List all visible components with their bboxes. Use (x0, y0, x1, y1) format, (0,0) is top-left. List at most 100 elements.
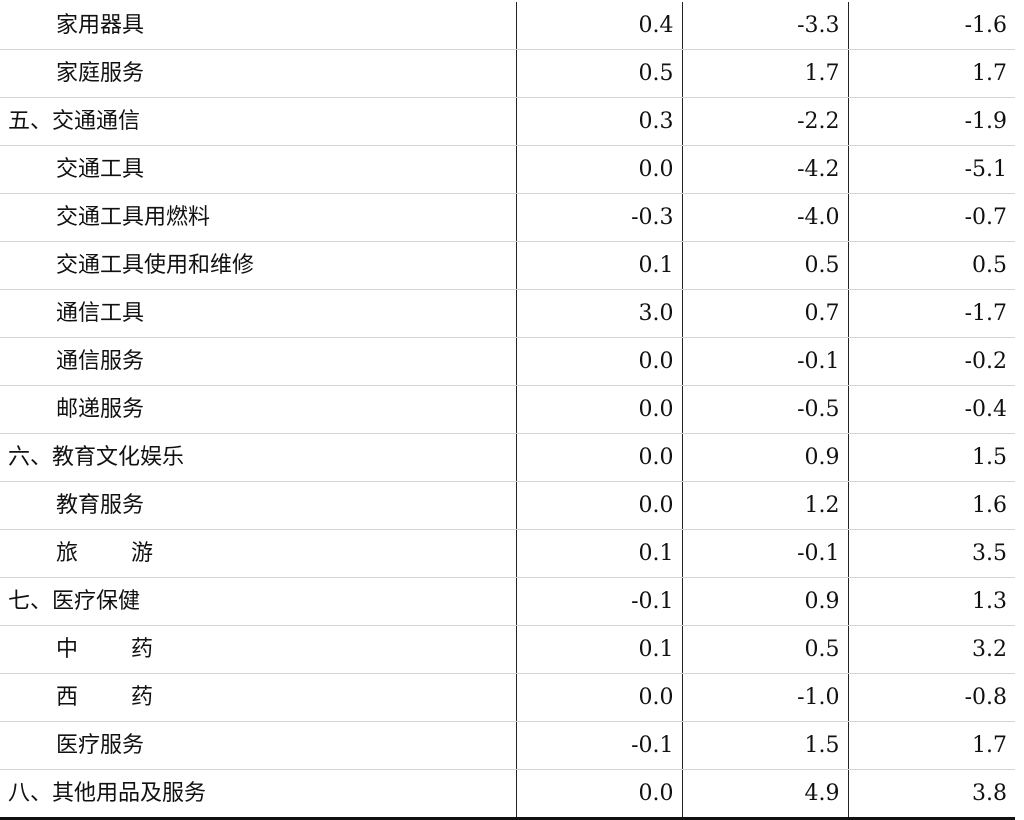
value-cell-2: -2.2 (682, 97, 849, 146)
item-name: 交通工具 (56, 157, 145, 182)
value-cell-1: 0.0 (516, 433, 683, 482)
value-cell-1: -0.1 (516, 577, 683, 626)
value-cell-3: 1.7 (848, 49, 1015, 98)
value-cell-1: 0.4 (516, 2, 683, 50)
item-name: 八、其他用品及服务 (8, 781, 207, 806)
value-cell-2: -0.1 (682, 529, 849, 578)
item-name: 家用器具 (56, 13, 145, 38)
item-name-cell: 家庭服务 (0, 49, 517, 98)
value-cell-1: -0.1 (516, 721, 683, 770)
value-cell-1: 0.3 (516, 97, 683, 146)
subcategory-row: 邮递服务 0.0 -0.5 -0.4 (0, 385, 1015, 434)
item-name-cell: 旅游 (0, 529, 517, 578)
item-name: 五、交通通信 (8, 109, 141, 134)
item-name-cell: 通信服务 (0, 337, 517, 386)
value-cell-2: 1.7 (682, 49, 849, 98)
value-cell-2: 0.5 (682, 625, 849, 674)
item-name: 通信工具 (56, 301, 145, 326)
value-cell-3: 1.3 (848, 577, 1015, 626)
item-name: 邮递服务 (56, 397, 145, 422)
item-name: 通信服务 (56, 349, 145, 374)
subcategory-row: 家庭服务 0.5 1.7 1.7 (0, 49, 1015, 98)
item-name-cell: 教育服务 (0, 481, 517, 530)
subcategory-row: 通信服务 0.0 -0.1 -0.2 (0, 337, 1015, 386)
value-cell-3: 3.2 (848, 625, 1015, 674)
value-cell-2: -3.3 (682, 2, 849, 50)
subcategory-row: 交通工具使用和维修 0.1 0.5 0.5 (0, 241, 1015, 290)
item-name-cell: 西药 (0, 673, 517, 722)
value-cell-1: -0.3 (516, 193, 683, 242)
value-cell-3: -1.9 (848, 97, 1015, 146)
value-cell-3: 1.7 (848, 721, 1015, 770)
value-cell-1: 0.1 (516, 625, 683, 674)
item-name: 教育服务 (56, 493, 145, 518)
value-cell-1: 0.1 (516, 529, 683, 578)
category-row: 八、其他用品及服务 0.0 4.9 3.8 (0, 769, 1015, 820)
value-cell-1: 0.0 (516, 769, 683, 820)
category-row: 七、医疗保健 -0.1 0.9 1.3 (0, 577, 1015, 626)
value-cell-3: 3.5 (848, 529, 1015, 578)
value-cell-2: -4.0 (682, 193, 849, 242)
value-cell-3: 1.6 (848, 481, 1015, 530)
value-cell-1: 0.0 (516, 481, 683, 530)
item-name: 旅游 (56, 541, 153, 566)
subcategory-row: 家用器具 0.4 -3.3 -1.6 (0, 2, 1015, 50)
item-name-cell: 交通工具用燃料 (0, 193, 517, 242)
value-cell-3: 1.5 (848, 433, 1015, 482)
item-name-cell: 中药 (0, 625, 517, 674)
price-index-table: 家用器具 0.4 -3.3 -1.6 家庭服务 0.5 1.7 1.7 五、交通通信 0.3 -2.… (0, 2, 1015, 820)
value-cell-3: -1.6 (848, 2, 1015, 50)
subcategory-row: 医疗服务 -0.1 1.5 1.7 (0, 721, 1015, 770)
item-name: 中药 (56, 637, 153, 662)
value-cell-2: -0.5 (682, 385, 849, 434)
item-name-cell: 七、医疗保健 (0, 577, 517, 626)
value-cell-2: 0.9 (682, 433, 849, 482)
value-cell-1: 0.0 (516, 385, 683, 434)
item-name-cell: 五、交通通信 (0, 97, 517, 146)
item-name: 六、教育文化娱乐 (8, 445, 185, 470)
item-name-cell: 家用器具 (0, 2, 517, 50)
item-name-cell: 医疗服务 (0, 721, 517, 770)
value-cell-3: -0.7 (848, 193, 1015, 242)
item-name-cell: 八、其他用品及服务 (0, 769, 517, 820)
value-cell-1: 0.0 (516, 673, 683, 722)
value-cell-2: 0.5 (682, 241, 849, 290)
item-name-cell: 邮递服务 (0, 385, 517, 434)
item-name: 医疗服务 (56, 733, 145, 758)
value-cell-2: 1.5 (682, 721, 849, 770)
value-cell-2: 1.2 (682, 481, 849, 530)
value-cell-1: 3.0 (516, 289, 683, 338)
item-name: 七、医疗保健 (8, 589, 141, 614)
item-name-cell: 六、教育文化娱乐 (0, 433, 517, 482)
item-name: 交通工具用燃料 (56, 205, 211, 230)
subcategory-row: 旅游 0.1 -0.1 3.5 (0, 529, 1015, 578)
table-body: 家用器具 0.4 -3.3 -1.6 家庭服务 0.5 1.7 1.7 五、交通通信 0.3 -2.… (0, 2, 1015, 820)
item-name-cell: 交通工具 (0, 145, 517, 194)
subcategory-row: 教育服务 0.0 1.2 1.6 (0, 481, 1015, 530)
category-row: 六、教育文化娱乐 0.0 0.9 1.5 (0, 433, 1015, 482)
value-cell-2: 4.9 (682, 769, 849, 820)
value-cell-2: 0.7 (682, 289, 849, 338)
item-name: 西药 (56, 685, 153, 710)
item-name-cell: 交通工具使用和维修 (0, 241, 517, 290)
subcategory-row: 中药 0.1 0.5 3.2 (0, 625, 1015, 674)
subcategory-row: 交通工具 0.0 -4.2 -5.1 (0, 145, 1015, 194)
value-cell-2: -1.0 (682, 673, 849, 722)
value-cell-3: -0.4 (848, 385, 1015, 434)
value-cell-1: 0.0 (516, 337, 683, 386)
value-cell-3: -0.8 (848, 673, 1015, 722)
value-cell-1: 0.0 (516, 145, 683, 194)
value-cell-1: 0.5 (516, 49, 683, 98)
value-cell-3: 0.5 (848, 241, 1015, 290)
value-cell-1: 0.1 (516, 241, 683, 290)
item-name-cell: 通信工具 (0, 289, 517, 338)
item-name: 家庭服务 (56, 61, 145, 86)
item-name: 交通工具使用和维修 (56, 253, 255, 278)
value-cell-3: 3.8 (848, 769, 1015, 820)
value-cell-2: -4.2 (682, 145, 849, 194)
value-cell-3: -5.1 (848, 145, 1015, 194)
subcategory-row: 通信工具 3.0 0.7 -1.7 (0, 289, 1015, 338)
value-cell-3: -0.2 (848, 337, 1015, 386)
subcategory-row: 交通工具用燃料 -0.3 -4.0 -0.7 (0, 193, 1015, 242)
subcategory-row: 西药 0.0 -1.0 -0.8 (0, 673, 1015, 722)
